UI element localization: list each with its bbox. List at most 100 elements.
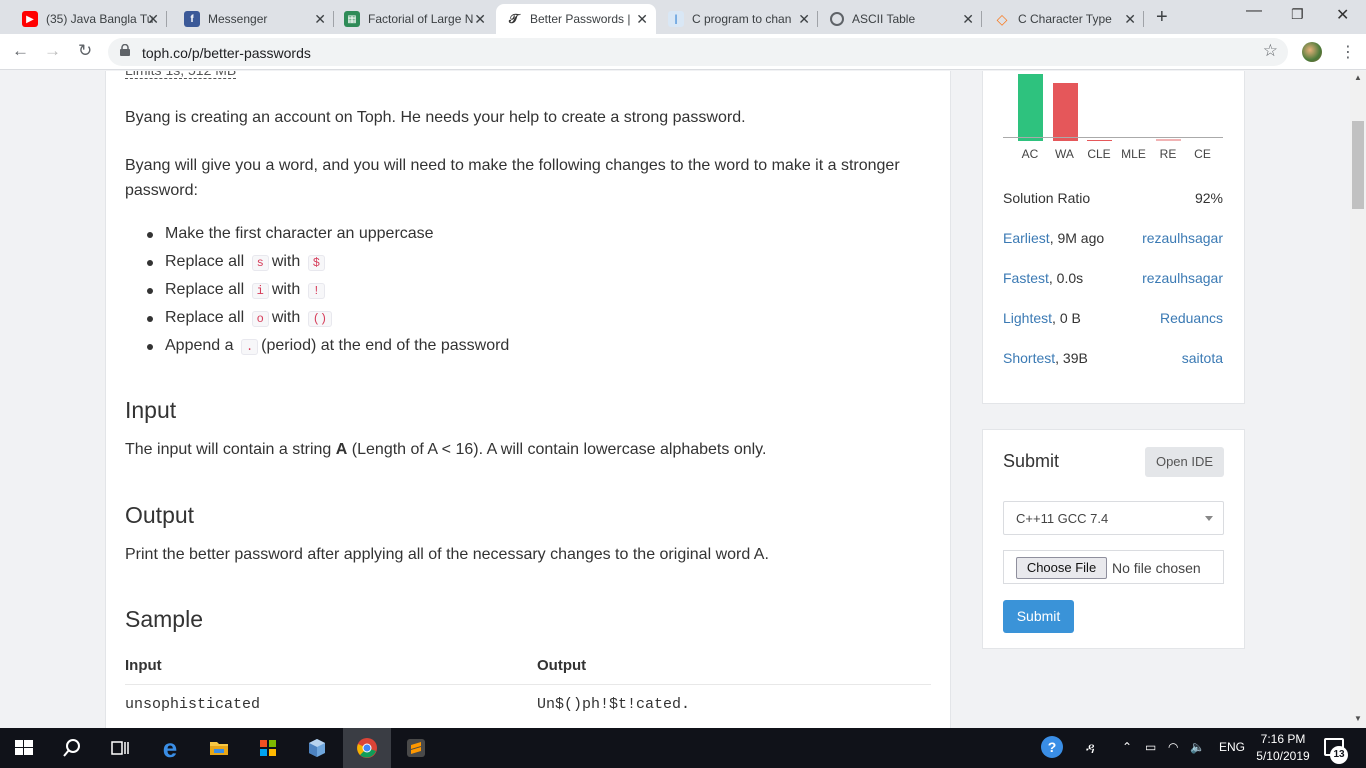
earliest-link[interactable]: Earliest [1003, 230, 1050, 246]
restore-icon[interactable]: ❐ [1291, 6, 1304, 23]
close-icon[interactable]: ✕ [962, 11, 974, 28]
earliest-user-link[interactable]: rezaulhsagar [1142, 230, 1223, 246]
language-select[interactable]: C++11 GCC 7.4 [1003, 501, 1224, 535]
forward-arrow-icon[interactable]: → [44, 41, 61, 61]
tab-title: C Character Type [1018, 12, 1112, 26]
problem-intro: Byang is creating an account on Toph. He… [125, 109, 746, 126]
bookmark-star-icon[interactable]: ☆ [1263, 41, 1278, 61]
file-status: No file chosen [1112, 560, 1201, 576]
tick-label-ac: AC [1021, 147, 1039, 161]
scroll-thumb[interactable] [1352, 121, 1364, 209]
search-icon [63, 739, 80, 757]
tick-label-re: RE [1159, 147, 1177, 161]
tab-better-passwords[interactable]: 𝒯 Better Passwords | ✕ [496, 4, 656, 34]
sample-output-value: Un$()ph!$t!cated. [537, 696, 691, 713]
menu-dots-icon[interactable]: ⋮ [1340, 42, 1356, 62]
close-icon[interactable]: ✕ [147, 11, 159, 28]
language-indicator[interactable]: ENG [1219, 740, 1245, 754]
search-button[interactable] [48, 728, 96, 768]
sample-output-header: Output [537, 657, 587, 674]
close-icon[interactable]: ✕ [798, 11, 810, 28]
close-window-icon[interactable]: ✕ [1336, 5, 1349, 25]
input-heading: Input [125, 397, 177, 423]
url-text: toph.co/p/better-passwords [142, 45, 311, 61]
edge-button[interactable]: e [146, 728, 194, 768]
virtualbox-button[interactable] [293, 728, 341, 768]
gfg-grid-icon: ▦ [344, 11, 360, 27]
folder-icon [210, 742, 228, 755]
minimize-icon[interactable]: — [1246, 2, 1262, 20]
page-scrollbar[interactable]: ▲ ▼ [1350, 71, 1366, 728]
tab-title: C program to chan [692, 12, 792, 26]
tab-messenger[interactable]: f Messenger ✕ [174, 4, 334, 34]
submit-title: Submit [1003, 451, 1060, 471]
tab-youtube[interactable]: ▶ (35) Java Bangla Tu ✕ [12, 4, 167, 34]
people-icon[interactable]: ዳ [1086, 740, 1095, 757]
choose-file-button[interactable]: Choose File [1016, 557, 1107, 579]
verdict-chart [1003, 71, 1223, 141]
clock-date: 5/10/2019 [1256, 749, 1310, 763]
tab-ascii-table[interactable]: ASCII Table ✕ [820, 4, 982, 34]
close-icon[interactable]: ✕ [636, 11, 648, 28]
close-icon[interactable]: ✕ [314, 11, 326, 28]
scroll-down-icon[interactable]: ▼ [1354, 714, 1362, 723]
store-button[interactable] [244, 728, 292, 768]
profile-avatar[interactable] [1302, 42, 1322, 62]
page-viewport: Limits 1s, 512 MB Byang is creating an a… [0, 71, 1350, 728]
lightest-link[interactable]: Lightest [1003, 310, 1052, 326]
task-view-button[interactable] [96, 728, 144, 768]
shortest-link[interactable]: Shortest [1003, 350, 1055, 366]
chrome-button[interactable] [343, 728, 391, 768]
start-button[interactable] [0, 728, 48, 768]
tab-c-character-type[interactable]: ◇ C Character Type ✕ [984, 4, 1144, 34]
output-heading: Output [125, 502, 195, 528]
chevron-down-icon [1205, 516, 1213, 521]
list-item: Replace all o with () [145, 307, 509, 335]
close-icon[interactable]: ✕ [474, 11, 486, 28]
browser-toolbar: ← → ↻ toph.co/p/better-passwords ☆ [0, 34, 1366, 70]
file-explorer-button[interactable] [195, 728, 243, 768]
facebook-icon: f [184, 11, 200, 27]
notification-count: 13 [1330, 746, 1348, 764]
clock[interactable]: 7:16 PM 5/10/2019 [1250, 731, 1316, 765]
reload-icon[interactable]: ↻ [78, 41, 92, 61]
cube-icon [309, 739, 325, 757]
list-item: Append a . (period) at the end of the pas… [145, 335, 509, 363]
list-item: Replace all i with ! [145, 279, 509, 307]
submit-button[interactable]: Submit [1003, 600, 1074, 633]
lightest-user-link[interactable]: Reduancs [1160, 310, 1223, 326]
shortest-user-link[interactable]: saitota [1182, 350, 1223, 366]
wifi-icon[interactable]: ◠ [1168, 740, 1178, 754]
tick-label-cle: CLE [1087, 147, 1111, 161]
solution-ratio-value: 92% [1194, 190, 1223, 206]
help-icon[interactable]: ? [1041, 736, 1063, 758]
tab-factorial[interactable]: ▦ Factorial of Large N ✕ [334, 4, 494, 34]
back-arrow-icon[interactable]: ← [12, 41, 29, 61]
scroll-up-icon[interactable]: ▲ [1354, 73, 1362, 82]
code-brackets-icon: ◇ [996, 10, 1008, 27]
tab-title: (35) Java Bangla Tu [46, 12, 154, 26]
sample-input-header: Input [125, 657, 162, 674]
solution-ratio-label: Solution Ratio [1003, 190, 1091, 206]
sample-heading: Sample [125, 606, 203, 632]
fastest-link[interactable]: Fastest [1003, 270, 1049, 286]
rules-list: Make the first character an uppercase Re… [145, 223, 509, 363]
chart-axis [1003, 137, 1223, 138]
address-bar[interactable]: toph.co/p/better-passwords ☆ [108, 38, 1288, 66]
battery-icon[interactable]: ▭ [1145, 740, 1156, 754]
edge-icon: e [162, 732, 178, 763]
sample-input-value: unsophisticated [125, 696, 261, 713]
divider [125, 684, 931, 685]
sublime-button[interactable] [392, 728, 440, 768]
tab-c-program[interactable]: | C program to chan ✕ [658, 4, 818, 34]
fastest-user-link[interactable]: rezaulhsagar [1142, 270, 1223, 286]
open-ide-button[interactable]: Open IDE [1145, 447, 1224, 477]
show-hidden-icons[interactable]: ⌃ [1122, 740, 1132, 754]
tab-title: Factorial of Large N [368, 12, 474, 26]
volume-icon[interactable]: 🔈 [1190, 740, 1205, 754]
lock-icon [120, 44, 130, 56]
bar-cle [1087, 140, 1112, 141]
file-input: Choose File No file chosen [1003, 550, 1224, 584]
new-tab-button[interactable]: + [1156, 6, 1168, 29]
close-icon[interactable]: ✕ [1124, 11, 1136, 28]
